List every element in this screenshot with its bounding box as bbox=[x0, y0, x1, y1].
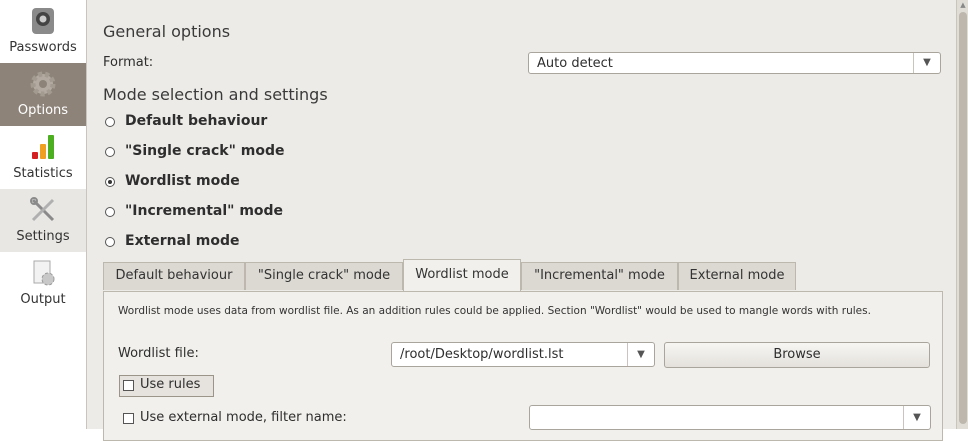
gear-icon bbox=[30, 71, 56, 97]
document-gear-icon bbox=[33, 260, 55, 286]
radio-button[interactable] bbox=[105, 117, 115, 127]
tab-external[interactable]: External mode bbox=[678, 262, 796, 290]
lock-icon bbox=[32, 8, 54, 34]
browse-button[interactable]: Browse bbox=[664, 342, 930, 368]
scroll-up-icon[interactable]: ▲ bbox=[959, 0, 967, 10]
sidebar-item-label: Output bbox=[20, 292, 66, 307]
wordlist-tab-panel: Wordlist mode uses data from wordlist fi… bbox=[103, 291, 943, 441]
tools-icon bbox=[30, 197, 55, 222]
radio-button[interactable] bbox=[105, 177, 115, 187]
tab-incremental[interactable]: "Incremental" mode bbox=[521, 262, 678, 290]
sidebar-item-label: Settings bbox=[16, 229, 70, 244]
sidebar-item-statistics[interactable]: Statistics bbox=[0, 126, 86, 189]
format-select[interactable]: Auto detect ▼ bbox=[528, 52, 941, 74]
external-filter-select[interactable]: ▼ bbox=[529, 405, 931, 430]
tab-single-crack[interactable]: "Single crack" mode bbox=[245, 262, 403, 290]
tab-wordlist[interactable]: Wordlist mode bbox=[403, 259, 521, 291]
mode-selection-title: Mode selection and settings bbox=[103, 85, 328, 104]
main-panel: General options Format: Auto detect ▼ Mo… bbox=[87, 0, 956, 441]
sidebar-item-label: Options bbox=[17, 103, 69, 118]
radio-button[interactable] bbox=[105, 207, 115, 217]
radio-label: Wordlist mode bbox=[125, 173, 240, 189]
sidebar-item-settings[interactable]: Settings bbox=[0, 189, 86, 252]
tab-default-behaviour[interactable]: Default behaviour bbox=[103, 262, 245, 290]
wordlist-description: Wordlist mode uses data from wordlist fi… bbox=[118, 305, 871, 317]
sidebar-item-output[interactable]: Output bbox=[0, 252, 86, 315]
format-value: Auto detect bbox=[537, 56, 613, 71]
radio-button[interactable] bbox=[105, 237, 115, 247]
sidebar-item-passwords[interactable]: Passwords bbox=[0, 0, 86, 63]
format-label: Format: bbox=[103, 55, 154, 70]
radio-label: "Incremental" mode bbox=[125, 203, 284, 219]
scrollbar-thumb[interactable] bbox=[959, 12, 967, 424]
wordlist-file-value: /root/Desktop/wordlist.lst bbox=[400, 347, 564, 362]
radio-label: Default behaviour bbox=[125, 113, 268, 129]
sidebar-item-options[interactable]: Options bbox=[0, 63, 86, 126]
wordlist-file-label: Wordlist file: bbox=[118, 346, 199, 361]
use-rules-label[interactable]: Use rules bbox=[140, 377, 200, 392]
radio-label: "Single crack" mode bbox=[125, 143, 285, 159]
wordlist-file-select[interactable]: /root/Desktop/wordlist.lst ▼ bbox=[391, 342, 655, 367]
vertical-scrollbar[interactable]: ▲ bbox=[956, 0, 968, 429]
bar-chart-icon bbox=[32, 135, 54, 159]
use-rules-checkbox[interactable] bbox=[123, 380, 134, 391]
chevron-down-icon: ▼ bbox=[627, 343, 654, 366]
general-options-title: General options bbox=[103, 22, 231, 41]
chevron-down-icon: ▼ bbox=[903, 406, 930, 429]
radio-button[interactable] bbox=[105, 147, 115, 157]
external-filter-label[interactable]: Use external mode, filter name: bbox=[140, 410, 347, 425]
chevron-down-icon: ▼ bbox=[913, 53, 940, 73]
radio-label: External mode bbox=[125, 233, 240, 249]
external-filter-checkbox[interactable] bbox=[123, 413, 134, 424]
sidebar-item-label: Statistics bbox=[13, 166, 73, 181]
sidebar: Passwords Options Statistics Settings Ou… bbox=[0, 0, 87, 429]
sidebar-item-label: Passwords bbox=[9, 40, 77, 55]
